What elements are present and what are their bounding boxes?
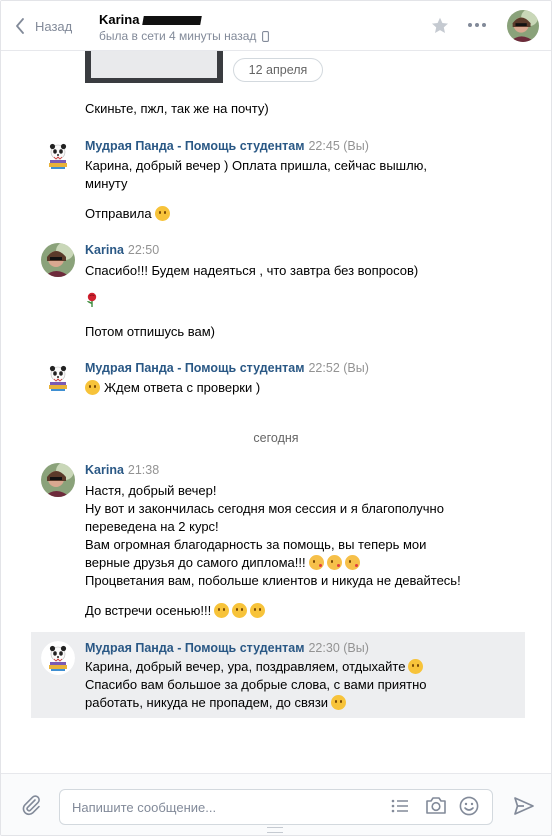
- message-text-part: Карина, добрый вечер, ура, поздравляем, …: [85, 659, 406, 674]
- message-text-part: Ждем ответа с проверки ): [104, 380, 261, 395]
- panda-avatar[interactable]: [41, 641, 75, 675]
- message-time: 22:50: [127, 243, 160, 257]
- message-meta: Мудрая Панда - Помощь студентам 22:30 (Вы…: [85, 641, 369, 655]
- message-text: Ну вот и закончилась сегодня моя сессия …: [85, 501, 444, 516]
- message-text: Карина, добрый вечер ) Оплата пришла, се…: [85, 158, 428, 173]
- chat-window: Назад Karina была в сети 4 минуты назад …: [0, 0, 552, 836]
- author-name[interactable]: Мудрая Панда - Помощь студентам: [85, 361, 304, 375]
- compose-bar: [1, 773, 551, 835]
- message-text: работать, никуда не пропадем, до связи: [85, 694, 347, 712]
- author-name[interactable]: Karina: [85, 463, 124, 477]
- message-meta: Мудрая Панда - Помощь студентам 22:52 (Вы…: [85, 361, 369, 375]
- message-text: минуту: [85, 176, 128, 191]
- message-text: Карина, добрый вечер, ура, поздравляем, …: [85, 658, 424, 676]
- message-time: 22:45 (Вы): [308, 139, 369, 153]
- chat-title[interactable]: Karina: [99, 12, 203, 27]
- message-text: Настя, добрый вечер!: [85, 483, 217, 498]
- author-name[interactable]: Karina: [85, 243, 124, 257]
- resize-handle[interactable]: [267, 827, 283, 833]
- date-separator: сегодня: [253, 431, 299, 445]
- status-text: была в сети 4 минуты назад: [99, 29, 257, 43]
- message-text: Ждем ответа с проверки ): [85, 379, 260, 397]
- message-text: верные друзья до самого диплома!!!: [85, 554, 360, 572]
- message-meta: Мудрая Панда - Помощь студентам 22:45 (Вы…: [85, 139, 369, 153]
- smile-emoji-icon: [154, 206, 170, 221]
- smile-emoji-icon: [250, 603, 266, 618]
- mobile-icon: [262, 30, 270, 42]
- grin-emoji-icon: [408, 659, 424, 674]
- more-icon[interactable]: [467, 17, 487, 33]
- message-text: Потом отпишусь вам): [85, 324, 215, 339]
- emoji-icon[interactable]: [459, 796, 479, 816]
- chat-name-text: Karina: [99, 12, 140, 27]
- camera-icon[interactable]: [425, 796, 447, 815]
- message-text-part: работать, никуда не пропадем, до связи: [85, 695, 329, 710]
- message-text: До встречи осенью!!!: [85, 602, 266, 620]
- smile-emoji-icon: [214, 603, 230, 618]
- paperclip-icon[interactable]: [21, 794, 41, 816]
- kiss-emoji-icon: [308, 555, 324, 570]
- date-pill: 12 апреля: [233, 58, 323, 82]
- rose-emoji-icon: [85, 292, 99, 313]
- message-text: Спасибо!!! Будем надеяться , что завтра …: [85, 263, 419, 278]
- karina-avatar[interactable]: [41, 243, 75, 277]
- smile-emoji-icon: [331, 695, 347, 710]
- message-meta: Karina 22:50: [85, 243, 159, 257]
- smile-emoji-icon: [232, 603, 248, 618]
- message-text: Процветания вам, побольше клиентов и ник…: [85, 573, 461, 588]
- panda-avatar[interactable]: [41, 361, 75, 395]
- message-text: Скиньте, пжл, так же на почту): [85, 101, 269, 116]
- chat-header: Назад Karina была в сети 4 минуты назад: [1, 1, 551, 51]
- online-status: была в сети 4 минуты назад: [99, 29, 270, 43]
- template-list-icon[interactable]: [391, 798, 409, 814]
- message-time: 21:38: [127, 463, 160, 477]
- message-text: Отправила: [85, 205, 170, 223]
- redacted-surname: [142, 16, 203, 26]
- message-text: переведена на 2 курс!: [85, 519, 219, 534]
- message-time: 22:52 (Вы): [308, 361, 369, 375]
- back-label: Назад: [35, 18, 73, 34]
- back-button[interactable]: Назад: [15, 15, 72, 37]
- chevron-left-icon: [16, 18, 24, 34]
- message-meta: Karina 21:38: [85, 463, 159, 477]
- author-name[interactable]: Мудрая Панда - Помощь студентам: [85, 641, 304, 655]
- hug-emoji-icon: [85, 380, 100, 395]
- kiss-emoji-icon: [344, 555, 360, 570]
- image-attachment[interactable]: [85, 51, 223, 83]
- karina-avatar[interactable]: [41, 463, 75, 497]
- message-text: Спасибо вам большое за добрые слова, с в…: [85, 677, 427, 692]
- star-icon[interactable]: [431, 17, 449, 34]
- send-icon[interactable]: [513, 796, 535, 816]
- contact-avatar[interactable]: [507, 10, 539, 42]
- panda-avatar[interactable]: [41, 139, 75, 173]
- message-text: Вам огромная благодарность за помощь, вы…: [85, 537, 427, 552]
- message-text-part: До встречи осенью!!!: [85, 603, 212, 618]
- author-name[interactable]: Мудрая Панда - Помощь студентам: [85, 139, 304, 153]
- message-time: 22:30 (Вы): [308, 641, 369, 655]
- kiss-emoji-icon: [326, 555, 342, 570]
- message-text-part: верные друзья до самого диплома!!!: [85, 555, 306, 570]
- message-text-part: Отправила: [85, 206, 152, 221]
